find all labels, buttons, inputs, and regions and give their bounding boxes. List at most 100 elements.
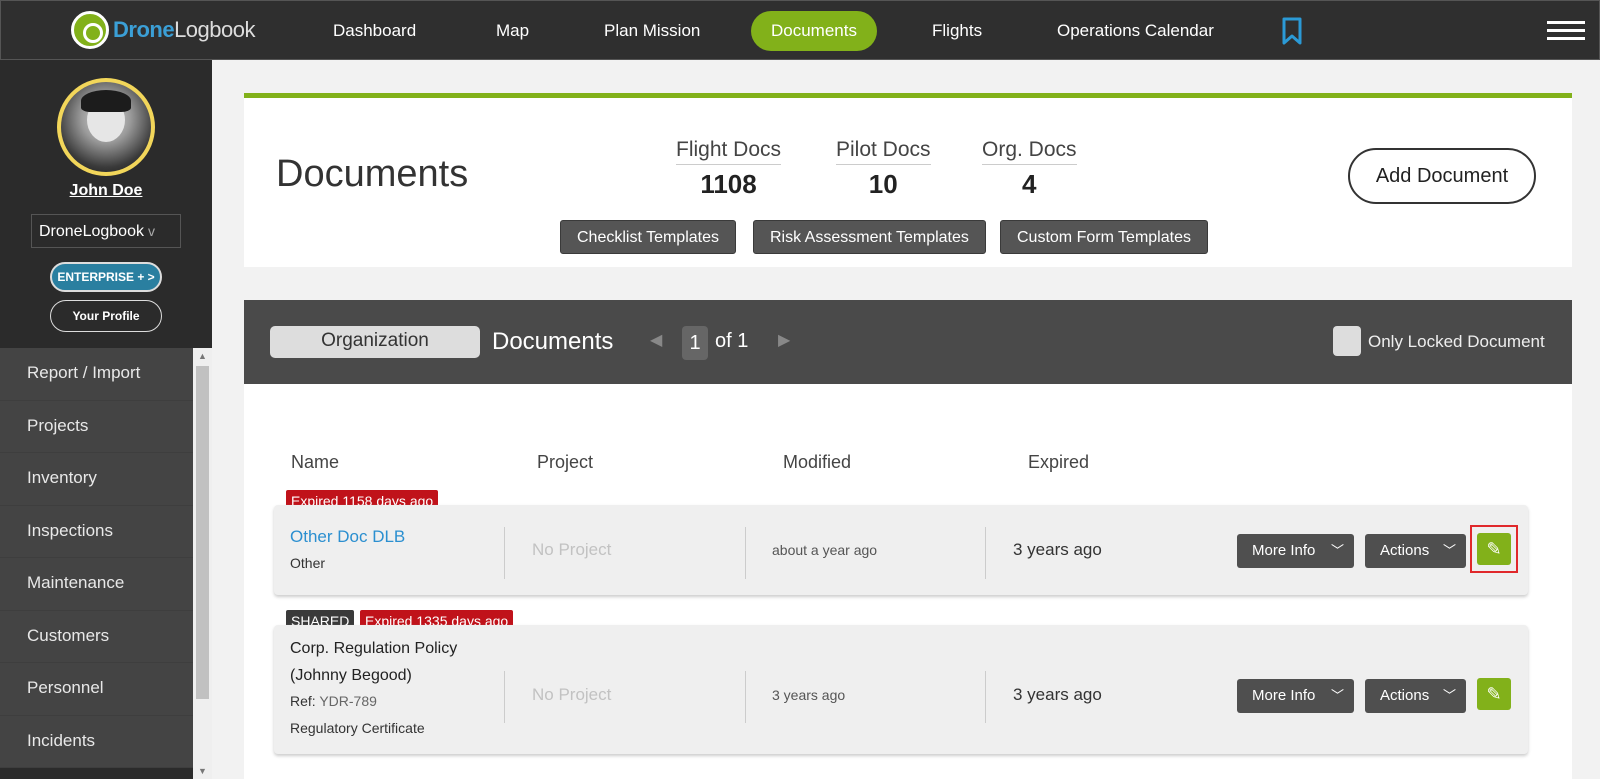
- sidebar-item-incidents[interactable]: Incidents: [0, 715, 193, 768]
- more-info-button[interactable]: More Info ﹀: [1237, 534, 1354, 568]
- document-modified: 3 years ago: [772, 687, 846, 703]
- document-type: Other: [290, 555, 326, 571]
- organization-select[interactable]: DroneLogbook v: [31, 214, 181, 248]
- custom-form-templates-button[interactable]: Custom Form Templates: [1000, 220, 1208, 254]
- edit-pencil-button[interactable]: ✎: [1477, 678, 1511, 710]
- only-locked-label: Only Locked Document: [1368, 332, 1545, 351]
- documents-header-card: Documents Flight Docs 1108 Pilot Docs 10…: [244, 93, 1572, 267]
- column-divider: [985, 671, 986, 723]
- ref-label: Ref:: [290, 693, 316, 709]
- sidebar-menu: Report / Import Projects Inventory Inspe…: [0, 348, 193, 768]
- column-divider: [504, 527, 505, 579]
- table-row: Corp. Regulation Policy (Johnny Begood) …: [274, 625, 1528, 754]
- stat-label: Org. Docs: [982, 138, 1077, 165]
- brand-name: DroneLogbook: [113, 17, 255, 42]
- column-divider: [745, 527, 746, 579]
- chevron-down-icon: v: [147, 223, 155, 239]
- app-logo[interactable]: DroneLogbook: [71, 11, 255, 49]
- enterprise-upgrade-button[interactable]: ENTERPRISE + >: [50, 262, 162, 292]
- pencil-icon: ✎: [1486, 684, 1502, 704]
- hamburger-menu-icon[interactable]: [1547, 21, 1585, 41]
- nav-map[interactable]: Map: [476, 11, 549, 51]
- documents-list-card: Organization Documents ◀ 1 of 1 ▶ Only L…: [244, 300, 1572, 779]
- actions-button[interactable]: Actions ﹀: [1365, 679, 1466, 713]
- document-name-owner[interactable]: (Johnny Begood): [290, 662, 412, 689]
- document-project: No Project: [532, 685, 612, 704]
- top-navbar: DroneLogbook Dashboard Map Plan Mission …: [0, 0, 1600, 60]
- document-modified: about a year ago: [772, 542, 878, 558]
- sidebar-item-maintenance[interactable]: Maintenance: [0, 558, 193, 611]
- sidebar: John Doe DroneLogbook v ENTERPRISE + > Yo…: [0, 60, 212, 779]
- nav-plan-mission[interactable]: Plan Mission: [584, 11, 720, 51]
- document-expired: 3 years ago: [1013, 540, 1102, 559]
- current-page[interactable]: 1: [682, 326, 708, 360]
- sidebar-scrollbar[interactable]: ▲ ▼: [193, 348, 212, 779]
- stat-org-docs[interactable]: Org. Docs 4: [982, 138, 1077, 200]
- next-page-icon[interactable]: ▶: [778, 330, 790, 350]
- ref-value: YDR-789: [319, 693, 377, 709]
- page-total: of 1: [715, 330, 749, 352]
- document-type: Regulatory Certificate: [290, 720, 425, 736]
- avatar-photo: [61, 82, 151, 172]
- document-project: No Project: [532, 540, 612, 559]
- sidebar-item-customers[interactable]: Customers: [0, 610, 193, 663]
- document-name[interactable]: Corp. Regulation Policy: [290, 635, 457, 662]
- sidebar-item-report-import[interactable]: Report / Import: [0, 348, 193, 401]
- actions-label: Actions: [1380, 687, 1430, 704]
- organization-filter-toggle[interactable]: Organization: [270, 326, 480, 358]
- list-title: Documents: [492, 328, 614, 355]
- drone-logo-icon: [71, 11, 109, 49]
- stat-label: Pilot Docs: [836, 138, 931, 165]
- more-info-label: More Info: [1252, 687, 1316, 704]
- actions-button[interactable]: Actions ﹀: [1365, 534, 1466, 568]
- stat-label: Flight Docs: [676, 138, 782, 165]
- nav-dashboard[interactable]: Dashboard: [313, 11, 436, 51]
- scroll-up-arrow-icon[interactable]: ▲: [193, 348, 212, 364]
- sidebar-item-projects[interactable]: Projects: [0, 400, 193, 453]
- column-header-name: Name: [291, 452, 340, 472]
- column-header-modified: Modified: [783, 452, 852, 472]
- column-header-project: Project: [537, 452, 594, 472]
- document-expired: 3 years ago: [1013, 685, 1102, 704]
- prev-page-icon[interactable]: ◀: [650, 330, 662, 350]
- column-divider: [745, 671, 746, 723]
- stat-flight-docs[interactable]: Flight Docs 1108: [676, 138, 782, 200]
- stat-value: 10: [868, 169, 898, 199]
- pencil-icon: ✎: [1486, 539, 1502, 559]
- stat-value: 4: [1022, 169, 1037, 199]
- nav-operations-calendar[interactable]: Operations Calendar: [1037, 11, 1234, 51]
- scroll-thumb[interactable]: [196, 366, 209, 699]
- sidebar-item-personnel[interactable]: Personnel: [0, 663, 193, 716]
- stat-value: 1108: [700, 169, 757, 199]
- add-document-button[interactable]: Add Document: [1348, 148, 1536, 204]
- chevron-down-icon: ﹀: [1330, 688, 1344, 703]
- more-info-button[interactable]: More Info ﹀: [1237, 679, 1354, 713]
- edit-pencil-button[interactable]: ✎: [1477, 533, 1511, 565]
- user-name-link[interactable]: John Doe: [0, 182, 212, 200]
- document-name-link[interactable]: Other Doc DLB: [290, 527, 405, 547]
- checklist-templates-button[interactable]: Checklist Templates: [560, 220, 736, 254]
- table-row: Other Doc DLB Other No Project about a y…: [274, 505, 1528, 595]
- more-info-label: More Info: [1252, 542, 1316, 559]
- only-locked-checkbox[interactable]: [1333, 326, 1361, 356]
- chevron-down-icon: ﹀: [1330, 543, 1344, 558]
- sidebar-item-inspections[interactable]: Inspections: [0, 505, 193, 558]
- nav-flights[interactable]: Flights: [912, 11, 1002, 51]
- avatar[interactable]: [57, 78, 155, 176]
- your-profile-button[interactable]: Your Profile: [50, 300, 162, 332]
- scroll-down-arrow-icon[interactable]: ▼: [193, 763, 212, 779]
- stat-pilot-docs[interactable]: Pilot Docs 10: [836, 138, 931, 200]
- risk-assessment-templates-button[interactable]: Risk Assessment Templates: [753, 220, 986, 254]
- document-ref: Ref: YDR-789: [290, 693, 377, 709]
- sidebar-item-inventory[interactable]: Inventory: [0, 453, 193, 506]
- list-toolbar: Organization Documents ◀ 1 of 1 ▶ Only L…: [244, 300, 1572, 384]
- chevron-down-icon: ﹀: [1442, 688, 1456, 703]
- organization-select-value: DroneLogbook: [39, 223, 144, 240]
- column-header-expired: Expired: [1028, 452, 1090, 472]
- chevron-down-icon: ﹀: [1442, 543, 1456, 558]
- column-divider: [504, 671, 505, 723]
- actions-label: Actions: [1380, 542, 1430, 559]
- page-title: Documents: [276, 153, 469, 195]
- nav-documents[interactable]: Documents: [751, 11, 877, 51]
- bookmark-icon[interactable]: [1281, 17, 1303, 45]
